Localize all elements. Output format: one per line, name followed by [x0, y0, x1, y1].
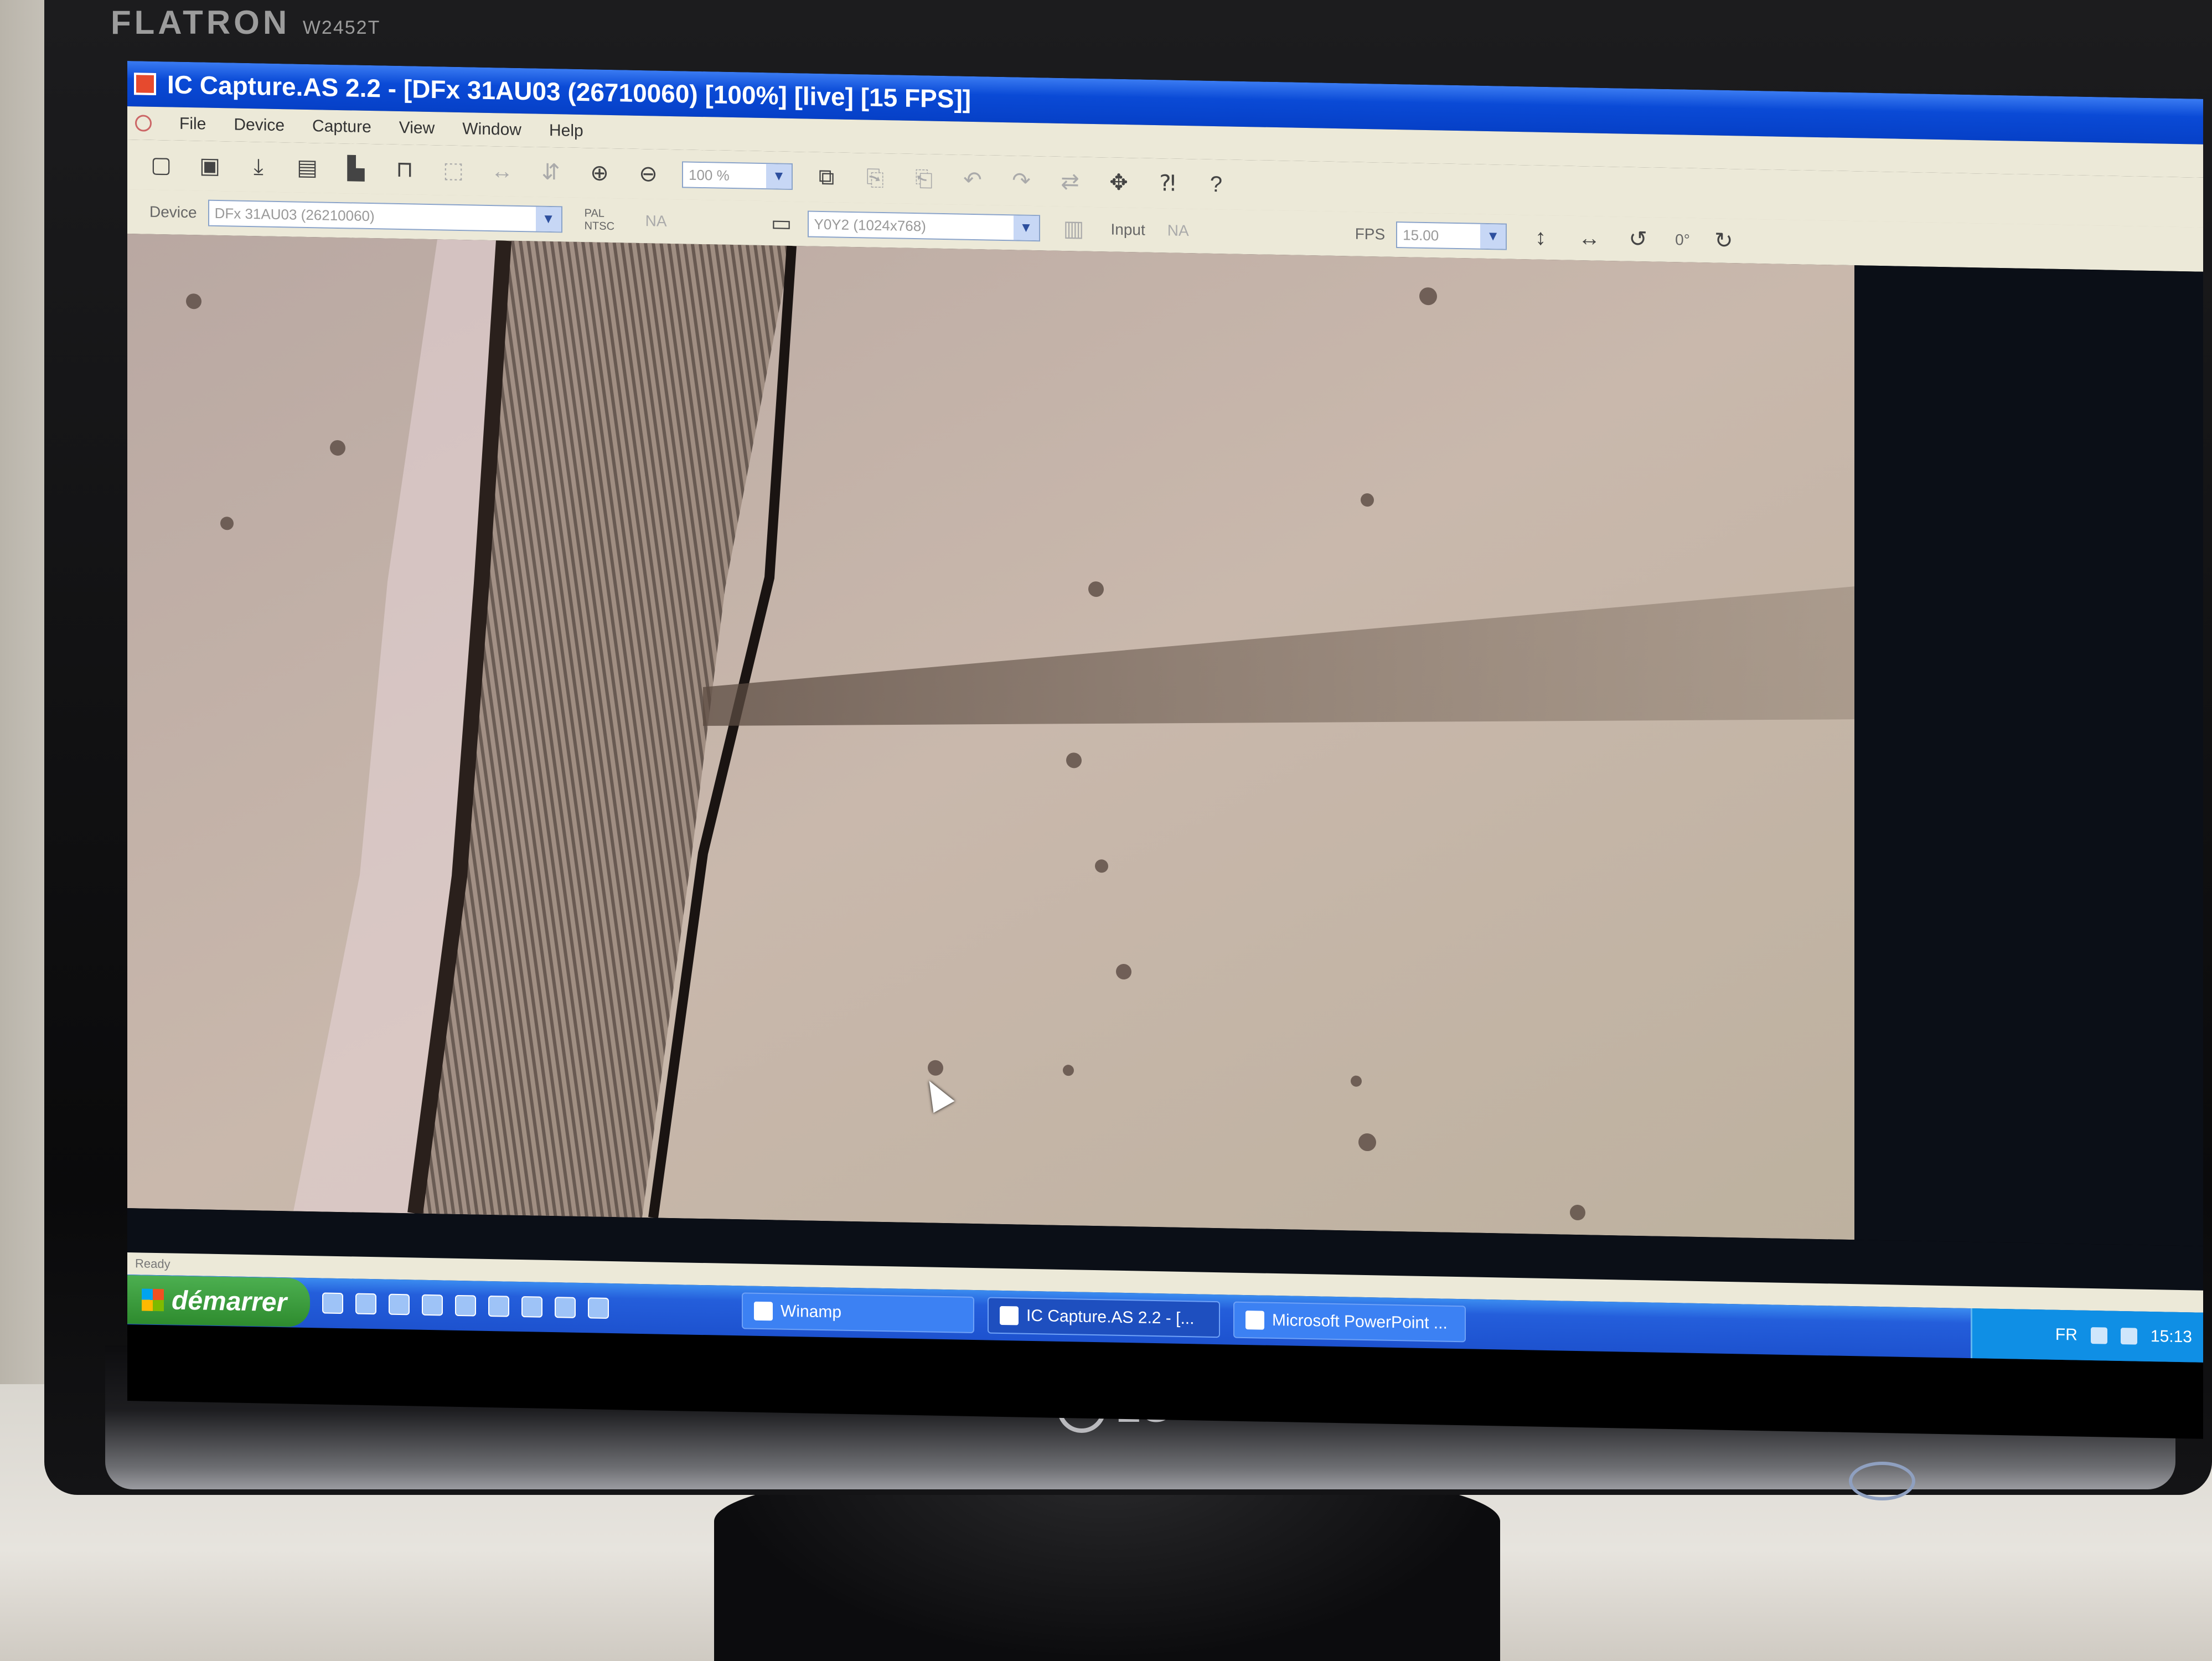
monitor-brand-label: FLATRON W2452T: [111, 3, 380, 42]
language-indicator[interactable]: FR: [2055, 1325, 2077, 1345]
window-title: IC Capture.AS 2.2 - [DFx 31AU03 (2671006…: [167, 70, 971, 114]
live-video-view[interactable]: [127, 234, 1854, 1240]
tray-network-icon[interactable]: [2090, 1327, 2107, 1344]
microscope-image: [127, 234, 1854, 1240]
document-icon[interactable]: [135, 115, 152, 132]
quicklaunch-explorer-icon[interactable]: [355, 1293, 376, 1315]
winamp-icon: [754, 1301, 773, 1321]
zoom-select[interactable]: 100 % ▼: [682, 161, 793, 190]
rotate-right-icon[interactable]: ↻: [1709, 225, 1739, 256]
zoom-in-icon[interactable]: ⊕: [585, 158, 614, 188]
menu-help[interactable]: Help: [549, 121, 583, 141]
flatron-text: FLATRON: [111, 4, 291, 41]
undo-icon[interactable]: ↶: [958, 164, 988, 195]
video-norm-value: NA: [645, 212, 667, 230]
trigger-icon[interactable]: ⊓: [390, 154, 420, 185]
model-text: W2452T: [302, 17, 381, 38]
tray-volume-icon[interactable]: [2120, 1327, 2137, 1345]
zoom-out-icon[interactable]: ⊖: [633, 159, 663, 189]
task-winamp[interactable]: Winamp: [742, 1292, 974, 1334]
input-value: NA: [1167, 221, 1189, 240]
input-icon[interactable]: ▥: [1059, 214, 1089, 244]
rotation-value: 0°: [1675, 231, 1690, 249]
properties-icon[interactable]: ⇵: [536, 157, 566, 188]
status-text: Ready: [135, 1256, 170, 1271]
quicklaunch-image-icon[interactable]: [521, 1296, 542, 1318]
menu-capture[interactable]: Capture: [312, 117, 371, 137]
task-label: IC Capture.AS 2.2 - [...: [1026, 1306, 1195, 1328]
quicklaunch-media-icon[interactable]: [455, 1294, 476, 1317]
chevron-down-icon[interactable]: ▼: [1480, 224, 1506, 249]
copy-icon[interactable]: ⎘: [860, 163, 890, 193]
windows-flag-icon: [142, 1288, 164, 1312]
quicklaunch-more-icon[interactable]: [588, 1297, 609, 1319]
video-format-icon: ▭: [771, 211, 792, 236]
chevron-down-icon[interactable]: ▼: [1013, 215, 1039, 241]
start-label: démarrer: [172, 1285, 287, 1317]
histogram-icon[interactable]: ▙: [341, 153, 371, 184]
snapshot-icon[interactable]: ⧉: [812, 162, 841, 193]
frame-icon[interactable]: ⬚: [438, 155, 468, 185]
ic-capture-icon: [1000, 1306, 1019, 1325]
input-label: Input: [1110, 220, 1145, 239]
fps-value: 15.00: [1403, 226, 1439, 244]
menu-file[interactable]: File: [179, 115, 206, 134]
fps-label: FPS: [1355, 225, 1386, 243]
video-norm-label: PAL NTSC: [584, 207, 615, 233]
flip-vertical-icon[interactable]: ↕: [1526, 222, 1555, 252]
clock[interactable]: 15:13: [2151, 1327, 2192, 1347]
task-ic-capture[interactable]: IC Capture.AS 2.2 - [...: [988, 1297, 1220, 1338]
save-icon[interactable]: ▣: [195, 151, 225, 181]
quicklaunch-folder-icon[interactable]: [422, 1294, 443, 1316]
task-label: Microsoft PowerPoint ...: [1272, 1311, 1448, 1333]
capture-icon[interactable]: ⤓: [244, 152, 273, 182]
quicklaunch-app-icon[interactable]: [555, 1297, 576, 1318]
redo-icon[interactable]: ↷: [1006, 166, 1036, 196]
monitor-power-button[interactable]: [1849, 1462, 1915, 1500]
video-format-select[interactable]: Y0Y2 (1024x768) ▼: [807, 210, 1040, 242]
chevron-down-icon[interactable]: ▼: [535, 207, 561, 232]
device-value: DFx 31AU03 (26210060): [214, 204, 375, 224]
quicklaunch-tool-icon[interactable]: [488, 1295, 509, 1317]
task-powerpoint[interactable]: Microsoft PowerPoint ...: [1233, 1301, 1466, 1343]
quicklaunch-browser-icon[interactable]: [389, 1293, 410, 1316]
app-icon: [134, 73, 156, 95]
quicklaunch-desktop-icon[interactable]: [322, 1292, 343, 1314]
context-help-icon[interactable]: ⁈: [1152, 168, 1182, 199]
rotate-left-icon[interactable]: ↺: [1623, 224, 1653, 255]
fps-select[interactable]: 15.00 ▼: [1396, 221, 1507, 250]
video-empty-area: [1854, 265, 2203, 1246]
zoom-value: 100 %: [689, 166, 730, 184]
start-button[interactable]: démarrer: [127, 1275, 310, 1328]
system-tray: FR 15:13: [1971, 1308, 2203, 1363]
task-label: Winamp: [781, 1302, 842, 1322]
format-value: Y0Y2 (1024x768): [814, 215, 926, 234]
move-icon[interactable]: ✥: [1104, 167, 1134, 198]
menu-window[interactable]: Window: [462, 120, 521, 140]
chevron-down-icon[interactable]: ▼: [766, 164, 792, 189]
menu-view[interactable]: View: [399, 118, 435, 138]
paste-icon[interactable]: ⎗: [909, 164, 939, 194]
monitor-screen: IC Capture.AS 2.2 - [DFx 31AU03 (2671006…: [127, 61, 2203, 1439]
device-select[interactable]: DFx 31AU03 (26210060) ▼: [208, 199, 562, 233]
flip-horizontal-icon[interactable]: ↔: [1574, 223, 1604, 254]
film-icon[interactable]: ▤: [292, 152, 322, 183]
powerpoint-icon: [1245, 1311, 1264, 1330]
flip-icon[interactable]: ⇄: [1055, 167, 1085, 197]
device-label: Device: [149, 203, 197, 221]
menu-device[interactable]: Device: [234, 116, 285, 136]
new-file-icon[interactable]: ▢: [146, 150, 176, 180]
help-icon[interactable]: ?: [1201, 169, 1231, 200]
arrow-icon[interactable]: ↔: [487, 156, 517, 187]
